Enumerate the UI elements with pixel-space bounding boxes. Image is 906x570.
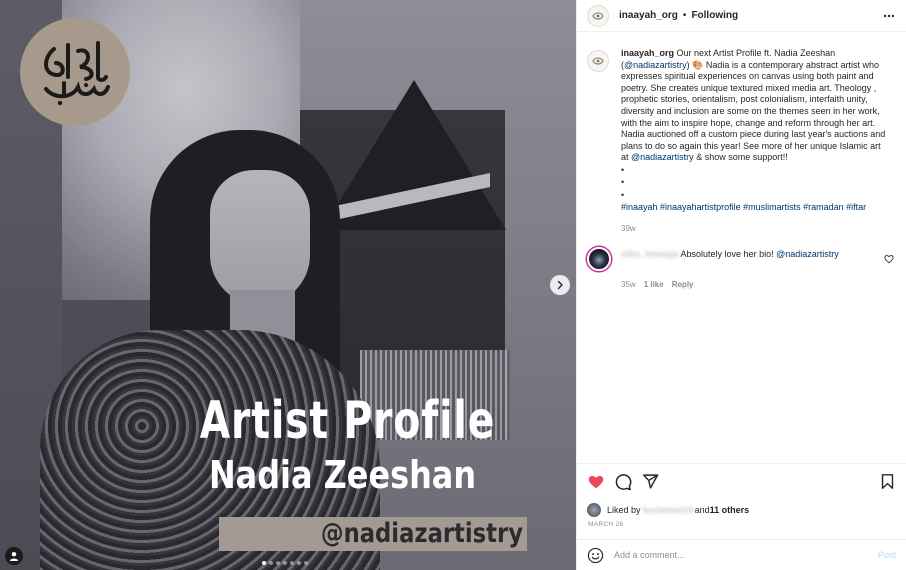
header-separator: • <box>682 10 687 21</box>
heart-outline-icon <box>884 254 894 264</box>
caption-bullet: • <box>621 189 625 200</box>
comment-item: niho_lovespa Absolutely love her bio! @n… <box>587 246 894 271</box>
org-logo-icon <box>592 57 604 65</box>
caption-mention[interactable]: @nadiazartistry <box>631 152 694 162</box>
palette-emoji-icon: 🎨 <box>692 59 704 70</box>
paper-plane-icon <box>642 474 658 489</box>
likes-others[interactable]: 11 others <box>710 505 750 515</box>
comment-button[interactable] <box>614 473 632 491</box>
comment-likes[interactable]: 1 like <box>644 280 664 289</box>
comment-meta: 35w 1 like Reply <box>621 280 894 289</box>
comment-username[interactable]: niho_lovespa <box>621 249 679 259</box>
comment-bubble-icon <box>615 473 632 490</box>
heart-filled-icon <box>588 475 604 489</box>
avatar[interactable] <box>587 50 609 72</box>
caption-row: inaayah_org Our next Artist Profile ft. … <box>587 48 894 214</box>
caption-username[interactable]: inaayah_org <box>621 48 674 58</box>
caption-age: 39w <box>621 223 636 233</box>
post-comment-button[interactable]: Post <box>878 550 896 560</box>
more-horizontal-icon <box>883 14 895 17</box>
bookmark-icon <box>881 474 893 489</box>
comment-age: 35w <box>621 279 636 289</box>
header-username[interactable]: inaayah_org <box>619 10 678 21</box>
add-comment-bar: Post <box>577 539 906 570</box>
post-sidebar: inaayah_org • Following inaayah_org Our … <box>576 0 906 570</box>
action-bar <box>577 463 906 499</box>
carousel-dot <box>304 561 308 565</box>
caption-bullet: • <box>621 164 625 175</box>
save-button[interactable] <box>878 473 896 491</box>
caption-bullet: • <box>621 177 625 188</box>
post-header: inaayah_org • Following <box>577 0 906 32</box>
comment-mention[interactable]: @nadiazartistry <box>776 249 839 259</box>
user-tag-icon <box>9 552 19 561</box>
caption-text: Nadia is a contemporary abstract artist … <box>621 59 886 163</box>
brand-logo <box>20 18 130 126</box>
comment-body: Absolutely love her bio! <box>678 248 777 259</box>
likes-prefix: Liked by <box>607 504 641 515</box>
comment-reply-button[interactable]: Reply <box>672 280 694 289</box>
share-button[interactable] <box>641 473 659 491</box>
carousel-indicator <box>262 561 308 565</box>
comment-text: niho_lovespa Absolutely love her bio! @n… <box>621 247 871 271</box>
calligraphy-logo-icon <box>44 41 110 106</box>
post-image[interactable]: Artist Profile Nadia Zeeshan @nadiazarti… <box>0 0 576 570</box>
liker-avatar[interactable] <box>587 502 601 517</box>
comment-input[interactable] <box>614 550 878 560</box>
comment-like-button[interactable] <box>884 251 894 264</box>
caption-hashtags[interactable]: #inaayah #inaayahartistprofile #muslimar… <box>621 202 889 214</box>
image-title-line1: Artist Profile <box>199 391 496 451</box>
likes-summary: Liked by keziamarish and 11 others <box>577 499 906 517</box>
carousel-dot <box>269 561 273 565</box>
post-date[interactable]: MARCH 26 <box>577 517 906 539</box>
like-button[interactable] <box>587 473 605 491</box>
carousel-dot <box>297 561 301 565</box>
comments-section: inaayah_org Our next Artist Profile ft. … <box>577 32 906 463</box>
post-caption: inaayah_org Our next Artist Profile ft. … <box>621 48 889 214</box>
carousel-dot <box>262 561 266 565</box>
carousel-next-button[interactable] <box>550 275 570 295</box>
instagram-post-modal: Artist Profile Nadia Zeeshan @nadiazarti… <box>0 0 906 570</box>
chevron-right-icon <box>557 280 563 290</box>
avatar[interactable] <box>587 4 609 27</box>
handle-banner-text: @nadiazartistry <box>320 518 523 549</box>
smiley-icon <box>587 547 604 563</box>
carousel-dot <box>290 561 294 565</box>
caption-text: & show some support!! <box>693 152 788 163</box>
tagged-users-button[interactable] <box>5 547 23 565</box>
more-options-button[interactable] <box>882 9 896 23</box>
commenter-avatar[interactable] <box>587 246 611 271</box>
emoji-button[interactable] <box>587 547 604 564</box>
org-logo-icon <box>592 12 604 19</box>
liker-username[interactable]: keziamarish <box>643 505 695 515</box>
caption-mention[interactable]: @nadiazartistry <box>624 60 687 70</box>
image-title-line2: Nadia Zeeshan <box>208 453 477 497</box>
likes-middle: and <box>694 504 710 515</box>
carousel-dot <box>283 561 287 565</box>
carousel-dot <box>276 561 280 565</box>
following-button[interactable]: Following <box>691 10 738 21</box>
